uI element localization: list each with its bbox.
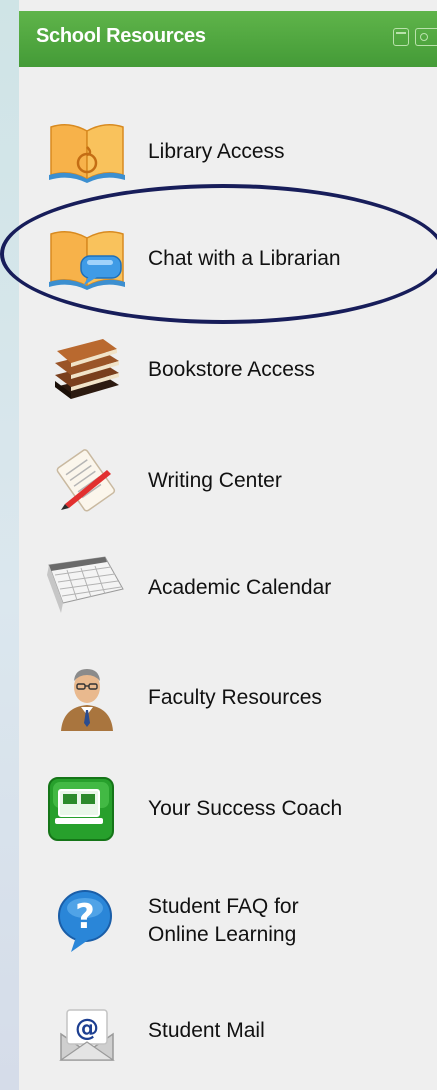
resource-label: Writing Center: [148, 469, 282, 492]
calendar-icon: [47, 556, 124, 613]
svg-text:@: @: [75, 1014, 99, 1042]
widget-header: School Resources: [19, 11, 437, 67]
question-bubble-icon: ?: [58, 890, 112, 952]
resource-item-writing-center[interactable]: Writing Center: [19, 441, 437, 521]
book-chat-icon: [49, 231, 125, 290]
resource-label: Faculty Resources: [148, 686, 322, 709]
resource-item-faculty-resources[interactable]: Faculty Resources: [19, 658, 437, 738]
notepad-pencil-icon: [56, 449, 116, 512]
resource-label-line1: Student FAQ for: [148, 895, 299, 918]
resource-label: Chat with a Librarian: [148, 247, 341, 270]
resource-label-line2: Online Learning: [148, 923, 297, 946]
resource-item-academic-calendar[interactable]: Academic Calendar: [19, 548, 437, 628]
widget-title: School Resources: [36, 25, 206, 47]
resource-item-bookstore-access[interactable]: Bookstore Access: [19, 330, 437, 410]
settings-icon[interactable]: [415, 28, 437, 46]
resource-item-student-mail[interactable]: @ Student Mail: [19, 991, 437, 1071]
resource-item-success-coach[interactable]: Your Success Coach: [19, 769, 437, 849]
minimize-icon[interactable]: [393, 28, 409, 46]
mail-envelope-icon: @: [59, 1009, 115, 1061]
resource-label: Academic Calendar: [148, 576, 332, 599]
resource-item-chat-librarian[interactable]: Chat with a Librarian: [19, 219, 437, 299]
resource-label: Library Access: [148, 140, 285, 163]
school-resources-widget: School Resources Library Access Chat wit…: [19, 0, 437, 1090]
resource-label: Student FAQ for Online Learning: [148, 893, 299, 949]
resource-label: Student Mail: [148, 1019, 265, 1042]
resource-item-student-faq[interactable]: ? Student FAQ for Online Learning: [19, 881, 437, 961]
resource-label: Your Success Coach: [148, 797, 343, 820]
resource-label: Bookstore Access: [148, 358, 315, 381]
svg-text:?: ?: [75, 897, 95, 937]
book-stack-icon: [55, 339, 119, 399]
coach-screen-icon: [48, 777, 114, 841]
open-book-icon: [49, 124, 125, 183]
resource-item-library-access[interactable]: Library Access: [19, 112, 437, 192]
professor-icon: [61, 669, 113, 731]
